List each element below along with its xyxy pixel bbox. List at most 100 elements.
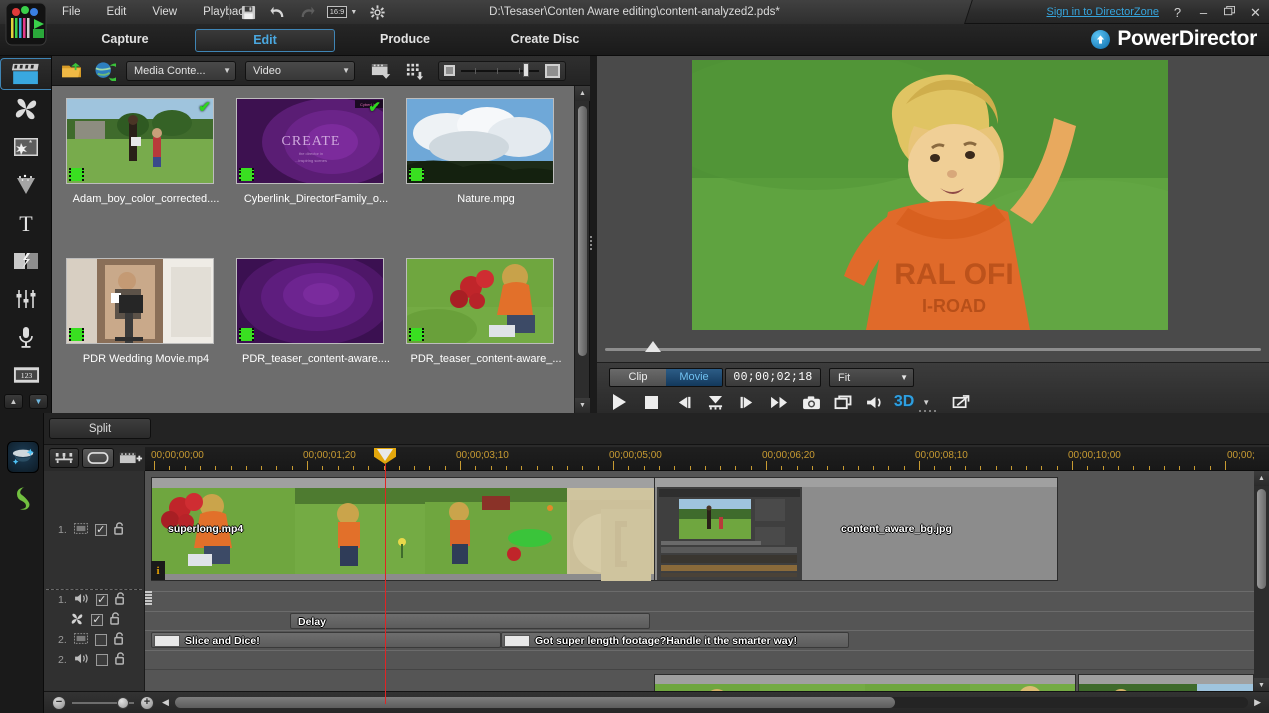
three-d-button[interactable]: 3D ▼ [897, 393, 927, 411]
track-enable-checkbox[interactable] [95, 524, 107, 536]
help-button[interactable]: ? [1170, 6, 1185, 19]
preview-scrub-track[interactable] [605, 348, 1261, 351]
restore-button[interactable] [1222, 6, 1237, 19]
import-folder-icon[interactable] [60, 60, 84, 82]
rail-scroll-down-button[interactable]: ▼ [29, 394, 48, 409]
preview-video[interactable]: RAL OFI I-ROAD [692, 60, 1168, 330]
timeline-hscroll-thumb[interactable] [175, 697, 895, 708]
content-filter-dropdown[interactable]: Media Conte... ▼ [126, 61, 236, 81]
track-header-video-1[interactable]: 1. [44, 471, 144, 589]
timeline-horizontal-scrollbar[interactable] [175, 697, 1248, 708]
preview-timecode[interactable]: 00;00;02;18 [725, 368, 821, 387]
large-thumbnail-icon[interactable] [545, 64, 560, 78]
sidebar-item-audio-mixing-room[interactable] [0, 280, 52, 318]
timeline-track-audio-1[interactable] [145, 591, 1254, 611]
timeline-ruler[interactable]: 00;00;00;00 00;00;01;20 00;00;03;10 00;0… [145, 447, 1269, 471]
undo-icon[interactable] [269, 4, 286, 21]
preview-mode-clip[interactable]: Clip [610, 369, 666, 386]
next-frame-button[interactable] [737, 393, 757, 411]
timeline-scroll-right-button[interactable]: ▶ [1254, 697, 1261, 708]
sidebar-item-effect-room[interactable] [0, 90, 52, 128]
magic-movie-wizard-icon[interactable] [7, 441, 39, 473]
track-header-effect[interactable] [44, 610, 144, 630]
tab-capture[interactable]: Capture [55, 29, 195, 52]
zoom-in-button[interactable]: + [140, 696, 154, 710]
sidebar-item-transition-room[interactable] [0, 242, 52, 280]
media-thumbnail[interactable]: ✔ [66, 98, 214, 184]
timeline-scroll-left-button[interactable]: ◀ [162, 697, 169, 708]
track-header-audio-1[interactable]: 1. [44, 590, 144, 610]
timeline-zoom-knob[interactable] [117, 697, 129, 709]
preview-window-button[interactable] [833, 393, 853, 411]
volume-button[interactable] [865, 393, 885, 411]
directorzone-signin-link[interactable]: Sign in to DirectorZone [1047, 6, 1160, 18]
track-lock-icon[interactable] [115, 592, 126, 608]
play-button[interactable] [609, 393, 629, 411]
media-thumbnail[interactable] [406, 98, 554, 184]
zoom-out-button[interactable]: − [52, 696, 66, 710]
sidebar-item-media-room[interactable] [0, 58, 51, 90]
library-scroll-down-button[interactable]: ▼ [575, 398, 590, 413]
rail-scroll-up-button[interactable]: ▲ [4, 394, 23, 409]
panel-splitter[interactable] [590, 236, 596, 250]
preview-zoom-dropdown[interactable]: Fit ▼ [829, 368, 914, 387]
split-button[interactable]: Split [49, 418, 151, 439]
type-filter-dropdown[interactable]: Video ▼ [245, 61, 355, 81]
small-thumbnail-icon[interactable] [444, 65, 455, 76]
track-enable-checkbox[interactable] [91, 614, 103, 626]
tab-create-disc[interactable]: Create Disc [475, 29, 615, 52]
tab-edit[interactable]: Edit [195, 29, 335, 52]
track-lock-icon[interactable] [110, 612, 121, 628]
preview-scrubber[interactable] [597, 338, 1269, 362]
media-item[interactable]: CREATE the director in ...inspiring scen… [236, 98, 406, 258]
timeline-title-clip[interactable]: Slice and Dice! [151, 632, 501, 648]
preview-mode-toggle[interactable]: Clip Movie [609, 368, 723, 387]
previous-frame-button[interactable] [673, 393, 693, 411]
timeline-scroll-up-button[interactable]: ▲ [1254, 471, 1269, 486]
preview-resize-dots[interactable] [919, 410, 936, 412]
aspect-ratio-16-9-icon[interactable]: 16:9 ▼ [327, 4, 357, 21]
timeline-clip-video[interactable]: superlong.mp4 [151, 477, 656, 581]
sidebar-item-voice-over-room[interactable] [0, 318, 52, 356]
sidebar-item-pip-objects-room[interactable]: * [0, 128, 52, 166]
save-icon[interactable] [240, 4, 257, 21]
media-thumbnail[interactable] [236, 258, 384, 344]
app-logo[interactable] [4, 2, 50, 46]
free-view-button[interactable] [951, 393, 971, 411]
library-scroll-up-button[interactable]: ▲ [575, 86, 590, 101]
sidebar-item-particle-room[interactable] [0, 166, 52, 204]
track-lock-icon[interactable] [115, 652, 126, 668]
timeline-scroll-thumb[interactable] [1257, 489, 1266, 589]
media-item[interactable]: ✔ Adam_boy_color_corrected.... [66, 98, 236, 258]
track-resize-grip[interactable] [145, 591, 152, 605]
snapshot-button[interactable] [801, 393, 821, 411]
media-thumbnail[interactable] [66, 258, 214, 344]
preview-scrub-knob[interactable] [645, 341, 661, 352]
sort-icon[interactable] [403, 60, 427, 82]
fast-forward-button[interactable] [769, 393, 789, 411]
menu-item-file[interactable]: File [58, 4, 85, 20]
track-enable-checkbox[interactable] [96, 594, 108, 606]
stop-button[interactable] [641, 393, 661, 411]
clip-info-badge[interactable]: i [151, 561, 165, 580]
track-enable-checkbox[interactable] [96, 654, 108, 666]
media-thumbnail[interactable] [406, 258, 554, 344]
timeline-transition-thumb[interactable] [601, 509, 651, 581]
add-track-icon[interactable] [117, 448, 145, 468]
track-lock-icon[interactable] [114, 632, 125, 648]
timeline-clip-image[interactable]: content_aware_bg.jpg [654, 477, 1058, 581]
track-manager-icon[interactable] [49, 448, 79, 468]
library-scroll-thumb[interactable] [578, 106, 587, 356]
menu-item-view[interactable]: View [148, 4, 181, 20]
timeline-tracks[interactable]: superlong.mp4 [145, 471, 1254, 693]
detect-scenes-icon[interactable] [370, 60, 394, 82]
tab-produce[interactable]: Produce [335, 29, 475, 52]
download-globe-icon[interactable] [93, 60, 117, 82]
mark-in-button[interactable] [705, 393, 725, 411]
timeline-track-audio-2[interactable] [145, 650, 1254, 670]
timeline-title-clip[interactable]: Got super length footage?Handle it the s… [501, 632, 849, 648]
library-scrollbar[interactable]: ▲ ▼ [574, 86, 589, 413]
close-button[interactable]: ✕ [1248, 6, 1263, 19]
track-header-video-2[interactable]: 2. [44, 630, 144, 650]
media-item[interactable]: PDR Wedding Movie.mp4 [66, 258, 236, 418]
